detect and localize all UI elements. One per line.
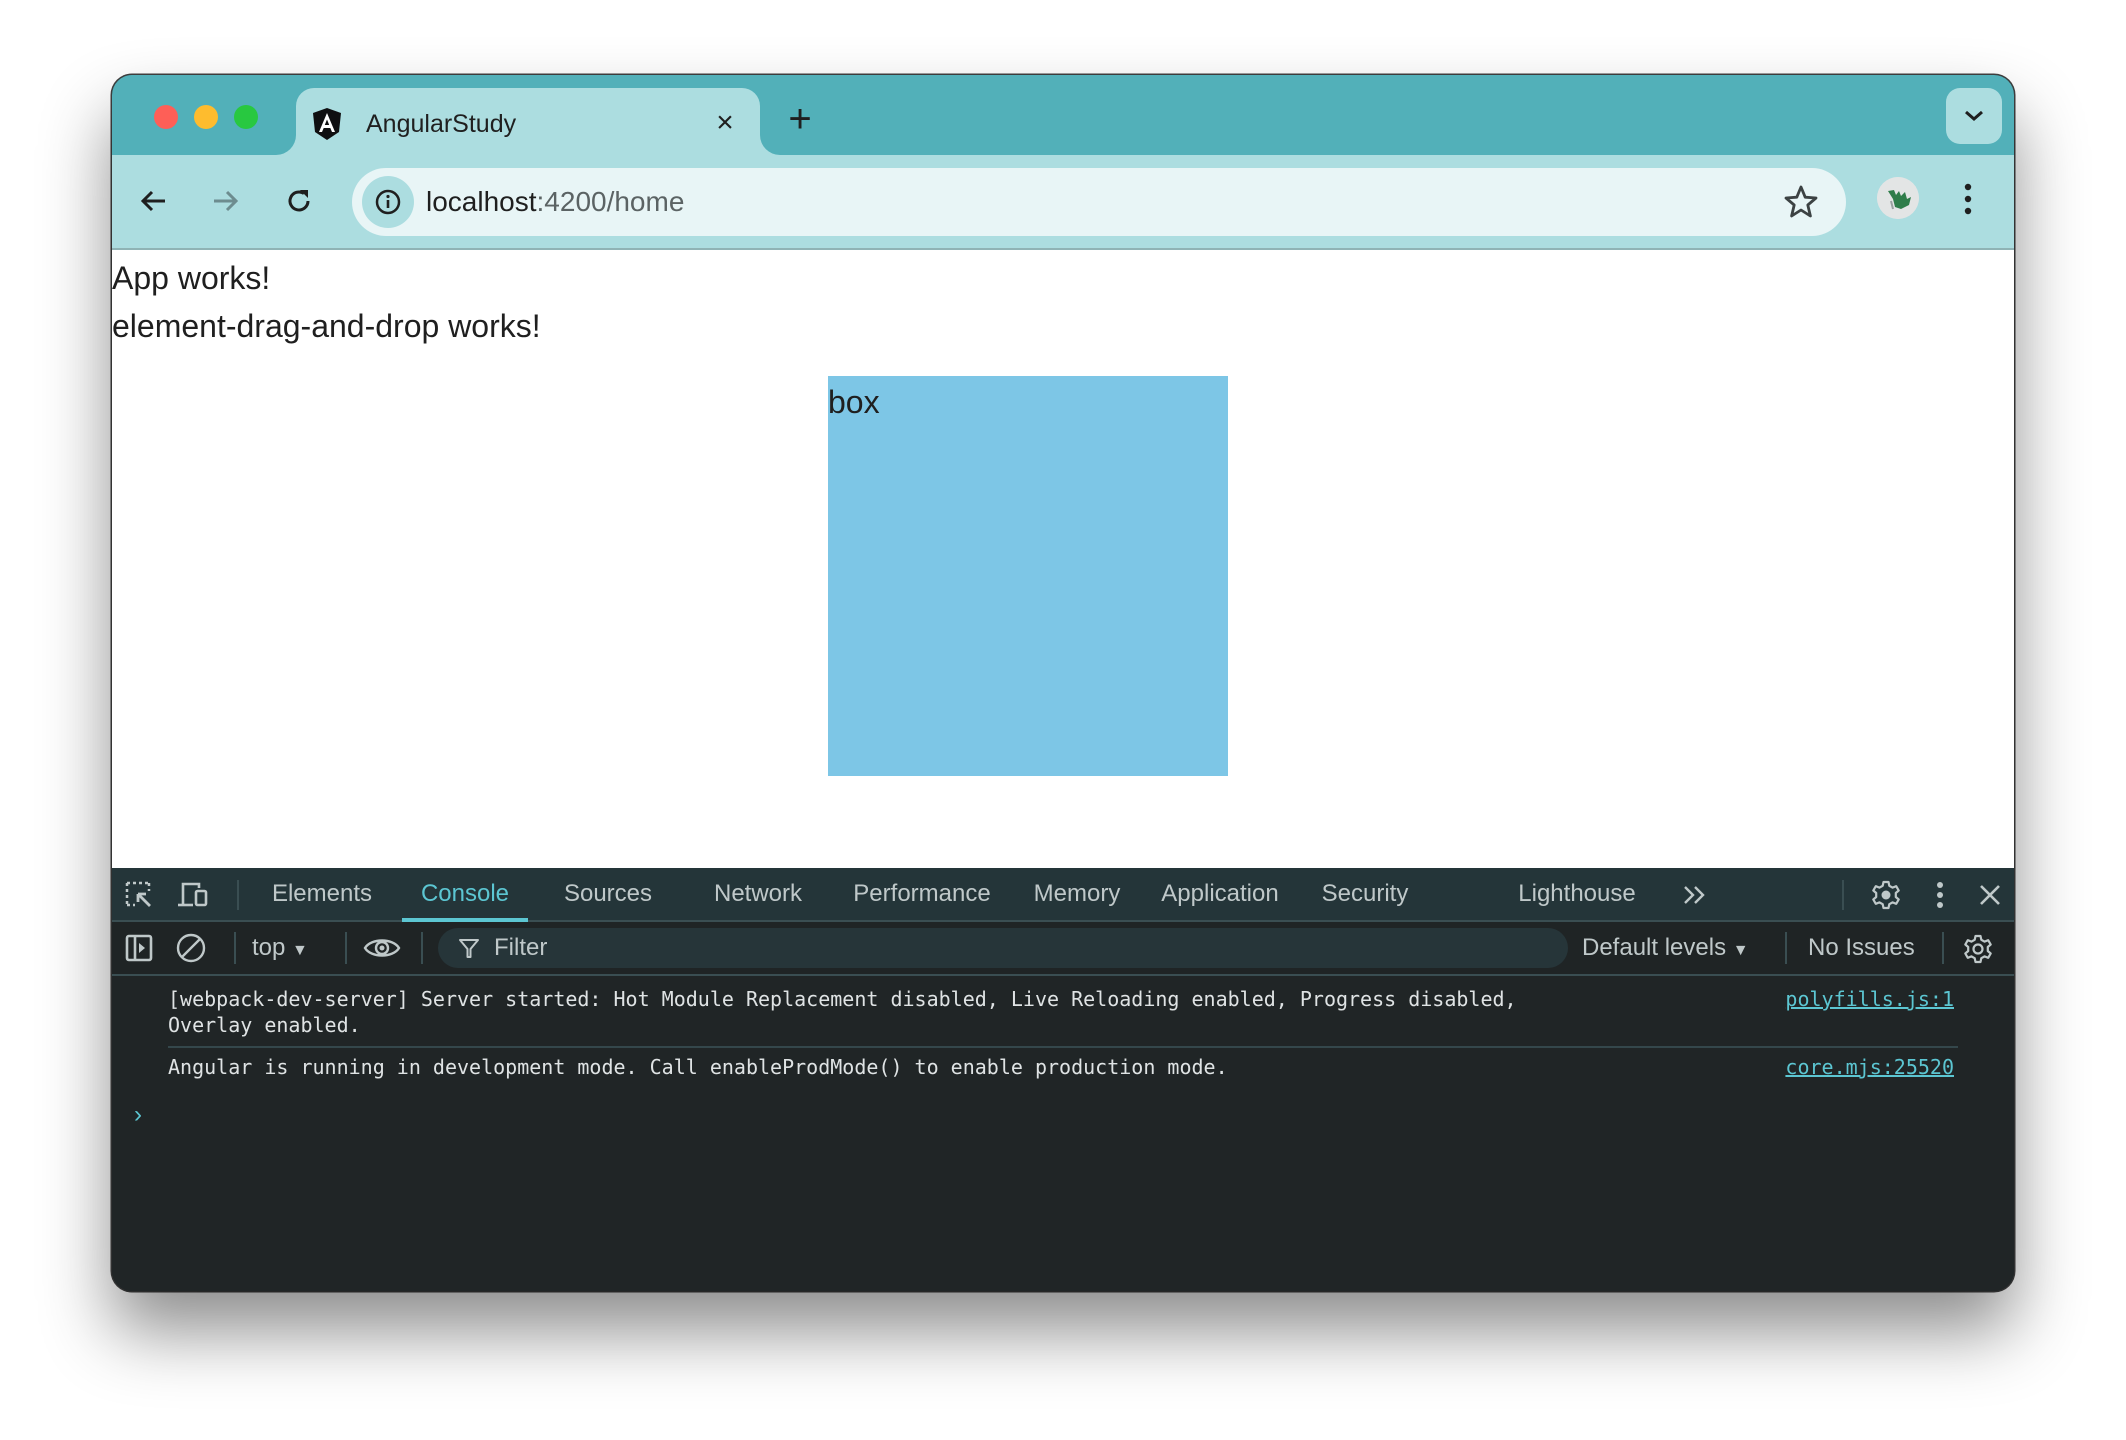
- close-icon: [1980, 885, 2000, 905]
- console-filter-input[interactable]: Filter: [438, 928, 1568, 968]
- tab-sources[interactable]: Sources: [550, 868, 666, 920]
- gear-icon: [1964, 934, 1992, 964]
- inspect-cursor-icon: [125, 881, 151, 907]
- more-vert-icon: [1937, 882, 1943, 908]
- devtools-menu-button[interactable]: [1922, 877, 1958, 913]
- show-sidebar-button[interactable]: [122, 931, 156, 965]
- console-prompt[interactable]: ›: [134, 1100, 142, 1130]
- close-devtools-button[interactable]: [1972, 877, 2008, 913]
- url-text[interactable]: localhost:4200/home: [426, 184, 684, 220]
- tab-search-button[interactable]: [1946, 88, 2002, 144]
- toolbar-separator: [421, 932, 423, 964]
- tab-title: AngularStudy: [366, 110, 517, 138]
- devtools-settings-button[interactable]: [1868, 877, 1904, 913]
- angular-logo-icon: [312, 108, 342, 140]
- forward-button[interactable]: [205, 181, 245, 221]
- inspect-element-button[interactable]: [122, 878, 156, 912]
- url-path: :4200/home: [536, 186, 685, 217]
- bookmark-star-button[interactable]: [1782, 183, 1820, 221]
- console-output: [webpack-dev-server] Server started: Hot…: [112, 976, 2014, 1291]
- tab-network[interactable]: Network: [698, 868, 818, 920]
- toolbar-separator: [237, 880, 239, 910]
- console-message: Angular is running in development mode. …: [168, 1054, 1954, 1080]
- reload-icon: [288, 190, 310, 212]
- maximize-window-button[interactable]: [234, 105, 258, 129]
- toolbar-separator: [345, 932, 347, 964]
- browser-menu-button[interactable]: [1958, 179, 1978, 219]
- device-mode-icon: [178, 882, 208, 907]
- double-chevron-right-icon: [1684, 886, 1705, 904]
- arrow-right-icon: [214, 190, 239, 212]
- console-source-link[interactable]: core.mjs:25520: [1785, 1054, 1954, 1080]
- new-tab-button[interactable]: +: [780, 99, 820, 141]
- console-message: [webpack-dev-server] Server started: Hot…: [168, 986, 1954, 1038]
- chevron-down-icon: [1965, 110, 1983, 121]
- log-levels-value: Default levels: [1582, 934, 1727, 961]
- reload-button[interactable]: [279, 181, 319, 221]
- tab-strip: AngularStudy × +: [112, 75, 2014, 155]
- tab-performance[interactable]: Performance: [844, 868, 1000, 920]
- close-window-button[interactable]: [154, 105, 178, 129]
- tab-close-button[interactable]: ×: [708, 106, 742, 140]
- clear-circle-slash-icon: [176, 933, 206, 963]
- console-message-text: [webpack-dev-server] Server started: Hot…: [168, 987, 1517, 1011]
- filter-placeholder: Filter: [494, 934, 548, 961]
- info-icon: [375, 189, 401, 215]
- dinosaur-avatar-icon: [1877, 177, 1919, 219]
- devtools-panel: Elements Console Sources Network Perform…: [112, 868, 2014, 1291]
- tab-elements[interactable]: Elements: [260, 868, 384, 920]
- dropdown-triangle-icon: ▼: [292, 942, 308, 959]
- tab-console[interactable]: Console: [402, 868, 528, 922]
- browser-window: AngularStudy × + localhost:4200/home App…: [112, 75, 2014, 1291]
- address-bar[interactable]: localhost:4200/home: [352, 168, 1846, 236]
- console-source-link[interactable]: polyfills.js:1: [1785, 986, 1954, 1012]
- prompt-chevron-icon: ›: [134, 1101, 142, 1128]
- site-info-button[interactable]: [362, 176, 414, 228]
- tab-memory[interactable]: Memory: [1026, 868, 1128, 920]
- issues-counter[interactable]: No Issues: [1808, 922, 1915, 974]
- toolbar-separator: [1942, 932, 1944, 964]
- page-content: App works! element-drag-and-drop works! …: [112, 250, 2014, 943]
- context-selector[interactable]: top ▼: [252, 922, 308, 977]
- console-message-text-cont: Overlay enabled.: [168, 1013, 361, 1037]
- live-expression-button[interactable]: [362, 931, 402, 965]
- minimize-window-button[interactable]: [194, 105, 218, 129]
- tab-application[interactable]: Application: [1152, 868, 1288, 920]
- console-toolbar: top ▼ Filter Default levels ▼ No Issues: [112, 922, 2014, 976]
- sidebar-toggle-icon: [125, 934, 153, 962]
- toolbar-separator: [1842, 880, 1844, 910]
- more-tabs-button[interactable]: [1678, 878, 1712, 912]
- toolbar-separator: [1785, 932, 1787, 964]
- app-works-text: App works!: [112, 260, 271, 296]
- console-settings-button[interactable]: [1960, 931, 1996, 967]
- filter-funnel-icon: [459, 939, 479, 958]
- more-vert-icon: [1964, 183, 1972, 215]
- device-toolbar-button[interactable]: [176, 878, 210, 912]
- url-host: localhost: [426, 186, 537, 217]
- gear-icon: [1872, 880, 1900, 910]
- tab-security[interactable]: Security: [1310, 868, 1420, 920]
- profile-avatar-button[interactable]: [1877, 177, 1919, 219]
- eye-icon: [363, 939, 401, 957]
- context-value: top: [252, 934, 286, 961]
- devtools-tab-bar: Elements Console Sources Network Perform…: [112, 868, 2014, 922]
- toolbar-separator: [234, 932, 236, 964]
- browser-tab[interactable]: AngularStudy ×: [296, 88, 760, 155]
- star-icon: [1784, 185, 1818, 218]
- console-message-divider: [168, 1046, 1958, 1048]
- log-levels-dropdown[interactable]: Default levels ▼: [1582, 922, 1749, 977]
- console-message-text: Angular is running in development mode. …: [168, 1055, 1228, 1079]
- box-label: box: [828, 384, 880, 420]
- dropdown-triangle-icon: ▼: [1732, 942, 1749, 959]
- browser-toolbar: localhost:4200/home: [112, 155, 2014, 248]
- clear-console-button[interactable]: [174, 931, 208, 965]
- tab-lighthouse[interactable]: Lighthouse: [1512, 868, 1642, 920]
- component-works-text: element-drag-and-drop works!: [112, 308, 541, 344]
- arrow-left-icon: [140, 190, 165, 212]
- draggable-box[interactable]: box: [828, 376, 1228, 776]
- back-arrow-button[interactable]: [134, 181, 174, 221]
